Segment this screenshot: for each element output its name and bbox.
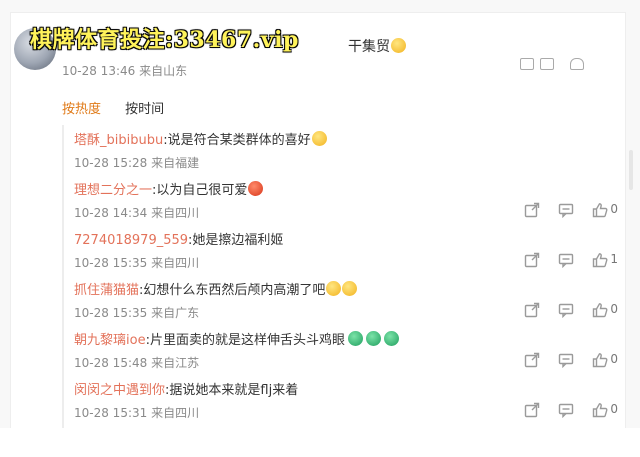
emoji-icon: [391, 38, 406, 53]
thumbs-up-icon[interactable]: [590, 251, 610, 269]
reply-text: 闵闵之中遇到你:据说她本来就是flj来着: [74, 379, 298, 398]
emoji-icon: [347, 331, 363, 346]
reply-text: 朝九黎璃ioe:片里面卖的就是这样伸舌头斗鸡眼: [74, 329, 399, 348]
share-icon[interactable]: [522, 301, 542, 319]
reply-meta: 10-28 14:34 来自四川: [74, 206, 200, 220]
reply-author[interactable]: 抓住蒲猫猫: [74, 283, 139, 298]
reply-meta: 10-28 15:31 来自四川: [74, 406, 200, 420]
screenshot-frame: 棋牌体育投注:33467.vip 干集贸 10-28 13:46 来自山东 按热…: [0, 0, 640, 457]
reply-actions: 0: [508, 401, 618, 419]
reply-content: :片里面卖的就是这样伸舌头斗鸡眼: [145, 333, 345, 348]
emoji-icon: [383, 331, 399, 346]
thumbs-up-icon[interactable]: [590, 201, 610, 219]
thumbs-up-icon[interactable]: [590, 351, 610, 369]
like-count: 0: [610, 352, 618, 366]
top-comment-tail: 干集贸: [348, 36, 406, 56]
reply-content: :她是擦边福利姬: [188, 233, 284, 248]
reply-text: 抓住蒲猫猫:幻想什么东西然后颅内高潮了吧: [74, 279, 358, 298]
bottom-margin: [0, 428, 640, 457]
share-icon[interactable]: [522, 351, 542, 369]
reply-item: 塔酥_bibibubu:说是符合某类群体的喜好 10-28 15:28 来自福建: [74, 129, 620, 179]
reply-text: 7274018979_559:她是擦边福利姬: [74, 229, 283, 248]
reply-author[interactable]: 理想二分之一: [74, 183, 152, 198]
reply-item: 7274018979_559:她是擦边福利姬 10-28 15:35 来自四川 1: [74, 229, 620, 279]
like-count: 0: [610, 302, 618, 316]
reply-item: 闵闵之中遇到你:据说她本来就是flj来着 10-28 15:31 来自四川 0: [74, 379, 620, 429]
share-icon[interactable]: [522, 251, 542, 269]
like-count: 0: [610, 202, 618, 216]
sort-tabs: 按热度 按时间: [62, 98, 164, 117]
top-comment-actions: [520, 58, 620, 72]
reply-actions: 0: [508, 301, 618, 319]
reply-text: 塔酥_bibibubu:说是符合某类群体的喜好: [74, 129, 327, 148]
reply-text: 理想二分之一:以为自己很可爱: [74, 179, 264, 198]
reply-content: :说是符合某类群体的喜好: [163, 133, 311, 148]
reply-list: 塔酥_bibibubu:说是符合某类群体的喜好 10-28 15:28 来自福建理…: [62, 125, 620, 428]
tab-sort-time[interactable]: 按时间: [125, 102, 164, 117]
reply-actions: 0: [508, 201, 618, 219]
comment-icon[interactable]: [556, 301, 576, 319]
scrollbar[interactable]: [629, 150, 633, 190]
reply-author[interactable]: 朝九黎璃ioe: [74, 333, 146, 348]
emoji-icon: [311, 131, 327, 146]
reply-actions: 1: [508, 251, 618, 269]
reply-item: 抓住蒲猫猫:幻想什么东西然后颅内高潮了吧 10-28 15:35 来自广东 0: [74, 279, 620, 329]
emoji-icon: [326, 281, 342, 296]
thumbs-up-icon[interactable]: [590, 401, 610, 419]
emoji-icon: [365, 331, 381, 346]
reply-content: :幻想什么东西然后颅内高潮了吧: [139, 283, 326, 298]
promo-watermark-text: 棋牌体育投注:33467.vip: [30, 27, 299, 53]
comment-icon[interactable]: [540, 58, 554, 70]
share-icon[interactable]: [522, 401, 542, 419]
reply-author[interactable]: 塔酥_bibibubu: [74, 133, 163, 148]
comment-icon[interactable]: [556, 251, 576, 269]
emoji-icon: [342, 281, 358, 296]
comment-icon[interactable]: [556, 201, 576, 219]
reply-meta: 10-28 15:35 来自四川: [74, 256, 200, 270]
tab-sort-hot[interactable]: 按热度: [62, 102, 101, 117]
share-icon[interactable]: [520, 58, 534, 70]
like-count: 1: [610, 252, 618, 266]
reply-content: :以为自己很可爱: [152, 183, 248, 198]
reply-author[interactable]: 7274018979_559: [74, 233, 188, 248]
reply-content: :据说她本来就是flj来着: [165, 383, 299, 398]
top-comment-text: 干集贸: [348, 39, 390, 55]
thumbs-up-icon[interactable]: [590, 301, 610, 319]
thumbs-up-icon[interactable]: [570, 58, 584, 70]
reply-item: 理想二分之一:以为自己很可爱 10-28 14:34 来自四川 0: [74, 179, 620, 229]
reply-author[interactable]: 闵闵之中遇到你: [74, 383, 165, 398]
comment-icon[interactable]: [556, 351, 576, 369]
comment-icon[interactable]: [556, 401, 576, 419]
emoji-icon: [248, 181, 264, 196]
top-comment-meta: 10-28 13:46 来自山东: [62, 64, 188, 78]
like-count: 0: [610, 402, 618, 416]
reply-meta: 10-28 15:28 来自福建: [74, 156, 200, 170]
reply-actions: 0: [508, 351, 618, 369]
reply-meta: 10-28 15:48 来自江苏: [74, 356, 200, 370]
reply-meta: 10-28 15:35 来自广东: [74, 306, 200, 320]
share-icon[interactable]: [522, 201, 542, 219]
reply-item: 朝九黎璃ioe:片里面卖的就是这样伸舌头斗鸡眼 10-28 15:48 来自江苏 0: [74, 329, 620, 379]
